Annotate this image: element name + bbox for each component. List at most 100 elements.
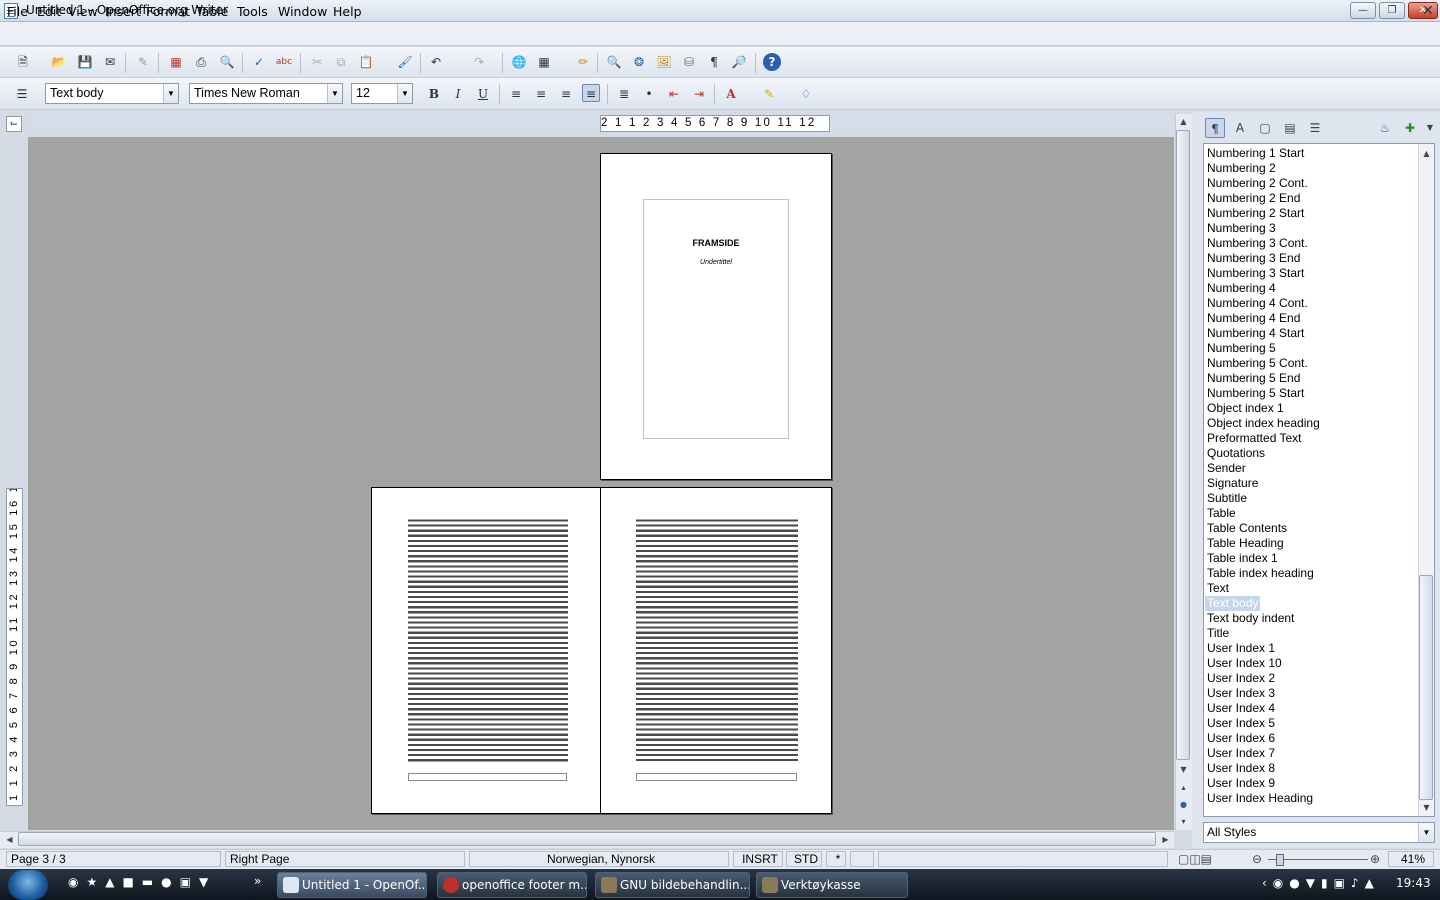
- start-button[interactable]: [8, 870, 48, 900]
- style-item[interactable]: Sender: [1207, 461, 1246, 476]
- style-item[interactable]: Numbering 2 Cont.: [1207, 176, 1308, 191]
- style-item[interactable]: User Index 1: [1207, 641, 1275, 656]
- style-item[interactable]: Object index heading: [1207, 416, 1320, 431]
- close-document-icon[interactable]: ✕: [1422, 3, 1434, 19]
- style-item[interactable]: User Index 3: [1207, 686, 1275, 701]
- style-filter-select[interactable]: All Styles ▼: [1203, 822, 1435, 843]
- export-pdf-icon[interactable]: ▦: [167, 53, 185, 71]
- font-color-icon[interactable]: A: [722, 85, 740, 103]
- page-footer[interactable]: [636, 773, 797, 781]
- bold-icon[interactable]: B: [425, 85, 443, 103]
- new-style-icon[interactable]: ✚: [1400, 118, 1420, 138]
- page-style-indicator[interactable]: Right Page: [225, 851, 465, 867]
- zoom-slider-handle[interactable]: [1276, 854, 1284, 866]
- help-icon[interactable]: ?: [763, 53, 781, 71]
- increase-indent-icon[interactable]: ⇥: [690, 85, 708, 103]
- maximize-button[interactable]: ❐: [1379, 2, 1405, 19]
- font-name-combo[interactable]: Times New Roman ▼: [189, 83, 343, 104]
- character-styles-icon[interactable]: A: [1230, 118, 1250, 138]
- styles-list[interactable]: Numbering 1 Start Numbering 2 Numbering 2 …: [1203, 143, 1435, 817]
- hyperlink-icon[interactable]: 🌐: [510, 53, 528, 71]
- vertical-ruler[interactable]: 1 1 2 3 4 5 6 7 8 9 10 11 12 13 14 15 16…: [6, 488, 23, 806]
- zoom-out-icon[interactable]: ⊖: [1252, 852, 1262, 866]
- style-item[interactable]: User Index 5: [1207, 716, 1275, 731]
- chevron-down-icon[interactable]: ▼: [1420, 118, 1440, 138]
- style-item[interactable]: Title: [1207, 626, 1229, 641]
- document-modified-indicator[interactable]: *: [826, 851, 846, 867]
- quick-launch-icons[interactable]: ◉★▲■▬●▣▼: [68, 875, 258, 895]
- find-replace-icon[interactable]: 🔍: [605, 53, 623, 71]
- chevron-down-icon[interactable]: ▼: [327, 84, 342, 103]
- zoom-icon[interactable]: 🔎: [730, 53, 748, 71]
- paragraph-style-combo[interactable]: Text body ▼: [45, 83, 179, 104]
- style-item[interactable]: Table: [1207, 506, 1236, 521]
- data-sources-icon[interactable]: ⛁: [680, 53, 698, 71]
- autospellcheck-icon[interactable]: abc: [275, 53, 293, 71]
- save-icon[interactable]: 💾: [76, 53, 94, 71]
- page-indicator[interactable]: Page 3 / 3: [6, 851, 221, 867]
- nonprinting-characters-icon[interactable]: ¶: [705, 53, 723, 71]
- menu-help[interactable]: Help: [333, 4, 362, 19]
- style-item[interactable]: User Index 9: [1207, 776, 1275, 791]
- show-draw-functions-icon[interactable]: ✏: [574, 53, 592, 71]
- style-item[interactable]: Numbering 1 Start: [1207, 146, 1304, 161]
- style-item[interactable]: Preformatted Text: [1207, 431, 1302, 446]
- style-item[interactable]: Table index heading: [1207, 566, 1314, 581]
- style-item[interactable]: User Index 6: [1207, 731, 1275, 746]
- taskbar-item-toolbox[interactable]: Verktøykasse: [756, 872, 908, 898]
- style-item[interactable]: Numbering 5 End: [1207, 371, 1300, 386]
- menu-format[interactable]: Format: [146, 4, 190, 19]
- style-item[interactable]: Table Heading: [1207, 536, 1284, 551]
- style-item[interactable]: User Index 4: [1207, 701, 1275, 716]
- style-item[interactable]: Numbering 3 Start: [1207, 266, 1304, 281]
- quick-launch-overflow-icon[interactable]: »: [254, 874, 261, 888]
- scroll-down-icon[interactable]: ▼: [1176, 762, 1191, 777]
- italic-icon[interactable]: I: [449, 85, 467, 103]
- style-item[interactable]: Numbering 2 Start: [1207, 206, 1304, 221]
- list-styles-icon[interactable]: ☰: [1305, 118, 1325, 138]
- taskbar-item-gimp[interactable]: GNU bildebehandlin...: [595, 872, 750, 898]
- style-item[interactable]: User Index 2: [1207, 671, 1275, 686]
- paste-icon[interactable]: 📋: [357, 53, 375, 71]
- style-item[interactable]: Subtitle: [1207, 491, 1247, 506]
- horizontal-scroll-thumb[interactable]: [18, 832, 1156, 846]
- email-icon[interactable]: ✉: [101, 53, 119, 71]
- style-item[interactable]: Text body: [1205, 596, 1261, 611]
- style-item[interactable]: Numbering 3: [1207, 221, 1276, 236]
- next-page-icon[interactable]: ▾: [1176, 814, 1191, 829]
- scroll-left-icon[interactable]: ◀: [2, 832, 17, 847]
- underline-icon[interactable]: U: [474, 85, 492, 103]
- view-layout-icon[interactable]: ▢◫▤: [1178, 852, 1212, 866]
- style-item[interactable]: Numbering 5 Start: [1207, 386, 1304, 401]
- previous-page-icon[interactable]: ▴: [1176, 780, 1191, 795]
- chevron-down-icon[interactable]: ▼: [1418, 823, 1434, 842]
- style-item[interactable]: Numbering 4: [1207, 281, 1276, 296]
- chevron-down-icon[interactable]: ▼: [397, 84, 412, 103]
- fill-format-mode-icon[interactable]: ♨: [1375, 118, 1395, 138]
- bullets-icon[interactable]: •: [640, 85, 658, 103]
- style-item[interactable]: Numbering 3 End: [1207, 251, 1300, 266]
- align-center-icon[interactable]: ≡: [532, 85, 550, 103]
- style-item[interactable]: Numbering 4 Cont.: [1207, 296, 1308, 311]
- menu-insert[interactable]: Insert: [105, 4, 141, 19]
- taskbar-clock[interactable]: 19:43: [1396, 876, 1431, 890]
- redo-icon[interactable]: ↷: [470, 53, 488, 71]
- cut-icon[interactable]: ✂: [308, 53, 326, 71]
- decrease-indent-icon[interactable]: ⇤: [665, 85, 683, 103]
- panel-splitter[interactable]: [1192, 112, 1200, 848]
- styles-list-scroll-thumb[interactable]: [1419, 575, 1433, 800]
- style-item[interactable]: Numbering 5 Cont.: [1207, 356, 1308, 371]
- style-item[interactable]: Table Contents: [1207, 521, 1287, 536]
- style-item[interactable]: Numbering 2 End: [1207, 191, 1300, 206]
- page-footer[interactable]: [408, 773, 567, 781]
- edit-file-icon[interactable]: ✎: [134, 53, 152, 71]
- paragraph-styles-icon[interactable]: ¶: [1205, 118, 1225, 138]
- menu-edit[interactable]: Edit: [37, 4, 61, 19]
- style-item[interactable]: Signature: [1207, 476, 1258, 491]
- chevron-down-icon[interactable]: ▼: [163, 84, 178, 103]
- menu-table[interactable]: Table: [196, 4, 228, 19]
- justify-icon[interactable]: ≡: [582, 84, 600, 102]
- page-preview-icon[interactable]: 🔍: [218, 53, 236, 71]
- spellcheck-icon[interactable]: ✓: [250, 53, 268, 71]
- styles-formatting-icon[interactable]: ☰: [13, 85, 31, 103]
